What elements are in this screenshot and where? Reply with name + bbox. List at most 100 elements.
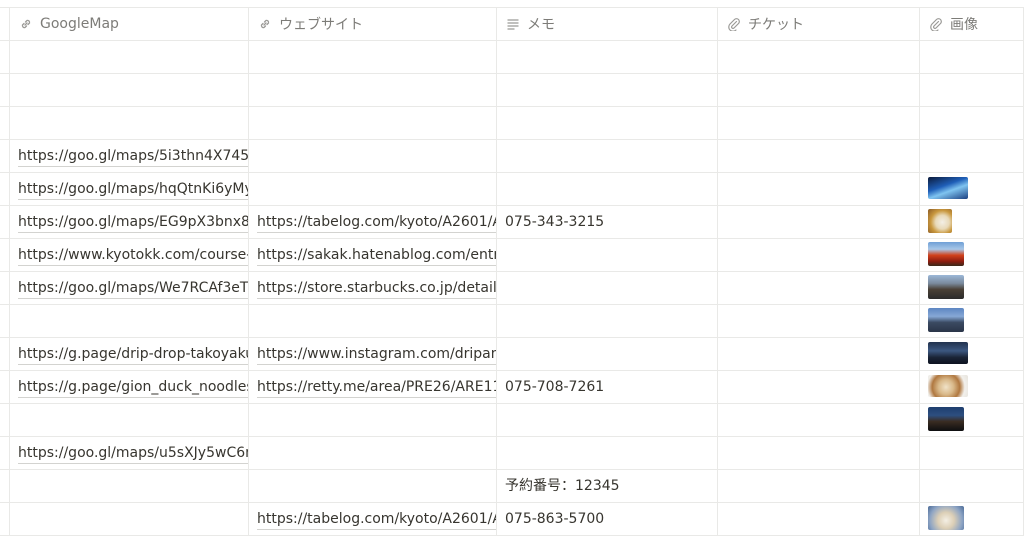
table-row[interactable]: [0, 41, 1024, 74]
website-cell[interactable]: [249, 41, 497, 73]
table-row[interactable]: https://goo.gl/maps/EG9pX3bnx8tyKc https…: [0, 206, 1024, 239]
table-row[interactable]: https://g.page/gion_duck_noodles?share h…: [0, 371, 1024, 404]
googlemap-link[interactable]: https://g.page/drip-drop-takoyakushi: [18, 345, 248, 365]
ticket-cell[interactable]: [718, 272, 920, 304]
memo-cell[interactable]: [497, 239, 718, 271]
googlemap-link[interactable]: https://goo.gl/maps/EG9pX3bnx8tyKc: [18, 213, 248, 233]
image-cell[interactable]: [920, 41, 1024, 73]
table-row[interactable]: 予約番号：12345: [0, 470, 1024, 503]
shop-front-thumbnail[interactable]: [928, 342, 968, 364]
image-cell[interactable]: [920, 503, 1024, 535]
image-cell[interactable]: [920, 404, 1024, 436]
memo-cell[interactable]: 075-708-7261: [497, 371, 718, 403]
table-row[interactable]: [0, 74, 1024, 107]
googlemap-cell[interactable]: https://goo.gl/maps/5i3thn4X745LNc: [10, 140, 249, 172]
memo-cell[interactable]: [497, 107, 718, 139]
table-row[interactable]: https://goo.gl/maps/u5sXJy5wC6m: [0, 437, 1024, 470]
ticket-cell[interactable]: [718, 503, 920, 535]
website-cell[interactable]: [249, 74, 497, 106]
website-cell[interactable]: https://retty.me/area/PRE26/ARE112/: [249, 371, 497, 403]
memo-cell[interactable]: [497, 173, 718, 205]
googlemap-cell[interactable]: [10, 41, 249, 73]
ticket-cell[interactable]: [718, 206, 920, 238]
googlemap-cell[interactable]: [10, 305, 249, 337]
memo-cell[interactable]: 075-863-5700: [497, 503, 718, 535]
website-cell[interactable]: https://store.starbucks.co.jp/detail-1: [249, 272, 497, 304]
website-cell[interactable]: https://www.instagram.com/dripanddrop: [249, 338, 497, 370]
website-cell[interactable]: [249, 305, 497, 337]
column-header-image[interactable]: 画像: [920, 8, 1024, 40]
dumplings-thumbnail[interactable]: [928, 506, 964, 530]
image-cell[interactable]: [920, 272, 1024, 304]
memo-cell[interactable]: [497, 305, 718, 337]
ticket-cell[interactable]: [718, 338, 920, 370]
table-row[interactable]: https://www.kyotokk.com/course-map https…: [0, 239, 1024, 272]
image-cell[interactable]: [920, 305, 1024, 337]
food-dish-thumbnail[interactable]: [928, 209, 952, 233]
googlemap-cell[interactable]: https://goo.gl/maps/u5sXJy5wC6m: [10, 437, 249, 469]
website-link[interactable]: https://tabelog.com/kyoto/A2601/A2601: [257, 510, 496, 530]
column-header-website[interactable]: ウェブサイト: [249, 8, 497, 40]
ticket-cell[interactable]: [718, 140, 920, 172]
river-evening-thumbnail[interactable]: [928, 308, 964, 332]
website-link[interactable]: https://www.instagram.com/dripanddrop: [257, 345, 496, 365]
memo-cell[interactable]: [497, 41, 718, 73]
googlemap-cell[interactable]: [10, 404, 249, 436]
googlemap-cell[interactable]: [10, 74, 249, 106]
website-cell[interactable]: [249, 404, 497, 436]
ticket-cell[interactable]: [718, 437, 920, 469]
ticket-cell[interactable]: [718, 107, 920, 139]
image-cell[interactable]: [920, 74, 1024, 106]
ticket-cell[interactable]: [718, 74, 920, 106]
table-row[interactable]: https://goo.gl/maps/5i3thn4X745LNc: [0, 140, 1024, 173]
website-link[interactable]: https://retty.me/area/PRE26/ARE112/: [257, 378, 496, 398]
googlemap-cell[interactable]: https://g.page/drip-drop-takoyakushi: [10, 338, 249, 370]
table-row[interactable]: [0, 305, 1024, 338]
image-cell[interactable]: [920, 206, 1024, 238]
website-cell[interactable]: [249, 470, 497, 502]
memo-cell[interactable]: 予約番号：12345: [497, 470, 718, 502]
website-link[interactable]: https://store.starbucks.co.jp/detail-1: [257, 279, 496, 299]
memo-cell[interactable]: [497, 437, 718, 469]
googlemap-cell[interactable]: https://goo.gl/maps/We7RCAf3eTkEs: [10, 272, 249, 304]
googlemap-cell[interactable]: [10, 503, 249, 535]
memo-cell[interactable]: [497, 74, 718, 106]
googlemap-cell[interactable]: https://www.kyotokk.com/course-map: [10, 239, 249, 271]
website-link[interactable]: https://tabelog.com/kyoto/A2601/A2601: [257, 213, 496, 233]
ticket-cell[interactable]: [718, 173, 920, 205]
image-cell[interactable]: [920, 140, 1024, 172]
night-building-thumbnail[interactable]: [928, 407, 964, 431]
googlemap-link[interactable]: https://goo.gl/maps/We7RCAf3eTkEs: [18, 279, 248, 299]
autumn-temple-thumbnail[interactable]: [928, 242, 964, 266]
table-row[interactable]: [0, 107, 1024, 140]
ticket-cell[interactable]: [718, 470, 920, 502]
googlemap-cell[interactable]: https://g.page/gion_duck_noodles?share: [10, 371, 249, 403]
table-row[interactable]: [0, 404, 1024, 437]
table-row[interactable]: https://goo.gl/maps/We7RCAf3eTkEs https:…: [0, 272, 1024, 305]
ticket-cell[interactable]: [718, 305, 920, 337]
column-header-googlemap[interactable]: GoogleMap: [10, 8, 249, 40]
memo-cell[interactable]: [497, 140, 718, 172]
image-cell[interactable]: [920, 338, 1024, 370]
table-row[interactable]: https://tabelog.com/kyoto/A2601/A2601 07…: [0, 503, 1024, 536]
column-header-memo[interactable]: メモ: [497, 8, 718, 40]
website-cell[interactable]: https://tabelog.com/kyoto/A2601/A2601: [249, 206, 497, 238]
night-light-tunnel-thumbnail[interactable]: [928, 177, 968, 199]
website-cell[interactable]: https://tabelog.com/kyoto/A2601/A2601: [249, 503, 497, 535]
memo-cell[interactable]: [497, 404, 718, 436]
table-row[interactable]: https://goo.gl/maps/hqQtnKi6yMyfVw: [0, 173, 1024, 206]
googlemap-link[interactable]: https://goo.gl/maps/5i3thn4X745LNc: [18, 147, 248, 167]
ticket-cell[interactable]: [718, 371, 920, 403]
memo-cell[interactable]: [497, 272, 718, 304]
website-cell[interactable]: https://sakak.hatenablog.com/entry/2020: [249, 239, 497, 271]
googlemap-link[interactable]: https://g.page/gion_duck_noodles?share: [18, 378, 248, 398]
image-cell[interactable]: [920, 107, 1024, 139]
table-row[interactable]: https://g.page/drip-drop-takoyakushi htt…: [0, 338, 1024, 371]
column-header-ticket[interactable]: チケット: [718, 8, 920, 40]
ramen-bowl-thumbnail[interactable]: [928, 375, 968, 397]
image-cell[interactable]: [920, 371, 1024, 403]
ticket-cell[interactable]: [718, 239, 920, 271]
googlemap-cell[interactable]: [10, 107, 249, 139]
image-cell[interactable]: [920, 437, 1024, 469]
website-cell[interactable]: [249, 173, 497, 205]
